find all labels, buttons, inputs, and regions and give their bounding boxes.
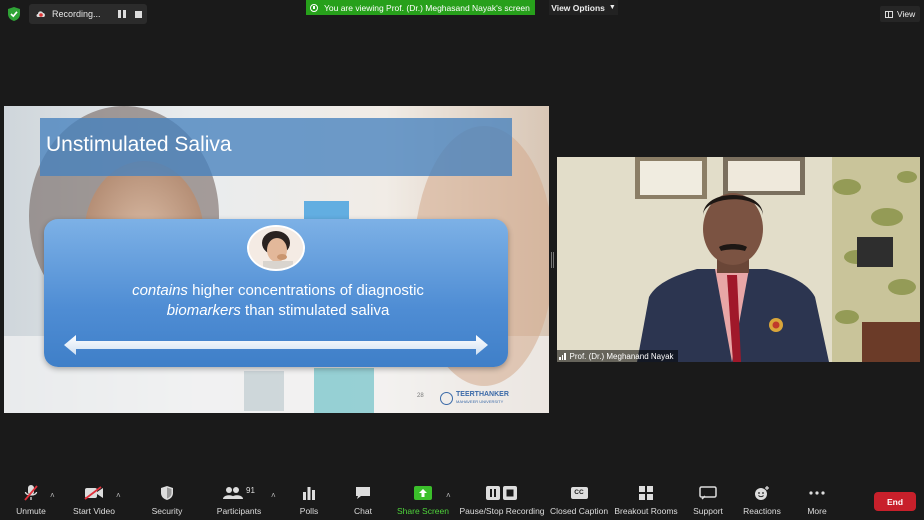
unmute-button[interactable]: Unmute xyxy=(12,480,50,520)
chat-button[interactable]: Chat xyxy=(346,480,380,520)
closed-caption-icon: CC xyxy=(570,487,588,499)
slide-text-rest-2: than stimulated saliva xyxy=(240,302,390,319)
unmute-label: Unmute xyxy=(16,506,46,516)
slide-text-emphasis-1: contains xyxy=(132,282,188,299)
closed-caption-button[interactable]: CC Closed Caption xyxy=(550,480,608,520)
recording-indicator: Recording... xyxy=(29,4,147,24)
share-options-caret-icon[interactable]: ˄ xyxy=(446,491,451,500)
support-screen-icon xyxy=(699,486,717,500)
start-video-label: Start Video xyxy=(73,506,115,516)
breakout-rooms-label: Breakout Rooms xyxy=(614,506,678,516)
breakout-rooms-grid-icon xyxy=(639,486,653,500)
chevron-down-icon: ▼ xyxy=(608,4,616,11)
splitter-handle[interactable] xyxy=(551,252,554,268)
stop-recording-icon[interactable] xyxy=(135,10,142,18)
start-video-button[interactable]: Start Video xyxy=(70,480,118,520)
pause-stop-recording-button[interactable]: Pause/Stop Recording xyxy=(458,480,546,520)
university-logo-subtext: MAHAVEER UNIVERSITY xyxy=(456,399,504,404)
reactions-button[interactable]: Reactions xyxy=(742,480,782,520)
shared-screen-slide: Unstimulated Saliva contains higher conc… xyxy=(4,106,549,413)
reactions-label: Reactions xyxy=(743,506,781,516)
security-shield-icon xyxy=(161,486,173,500)
slide-text-emphasis-2: biomarkers xyxy=(166,302,241,319)
woman-portrait-image xyxy=(247,225,305,271)
slide-title: Unstimulated Saliva xyxy=(46,133,232,156)
viewing-banner-text: You are viewing Prof. (Dr.) Meghasand Na… xyxy=(324,2,530,13)
reactions-emoji-icon xyxy=(755,486,769,500)
view-label: View xyxy=(897,9,916,19)
slide-text-rest-1: higher concentrations of diagnostic xyxy=(187,282,424,299)
slide-number: 28 xyxy=(417,393,424,399)
recording-cloud-icon xyxy=(36,11,45,17)
pause-recording-icon[interactable] xyxy=(118,10,126,18)
speaker-video-feed xyxy=(557,157,920,362)
view-layout-icon xyxy=(885,10,893,18)
share-screen-label: Share Screen xyxy=(397,506,449,516)
slide-text-line-2: biomarkers than stimulated saliva xyxy=(48,302,508,319)
closed-caption-label: Closed Caption xyxy=(549,506,609,516)
participants-button[interactable]: 91 Participants xyxy=(214,480,264,520)
pause-stop-recording-label: Pause/Stop Recording xyxy=(459,506,545,516)
security-label: Security xyxy=(151,506,183,516)
participant-name-label: Prof. (Dr.) Meghanand Nayak xyxy=(557,350,678,362)
signal-bars-icon xyxy=(559,352,567,360)
chat-bubble-icon xyxy=(356,487,370,499)
university-emblem-icon xyxy=(440,391,453,405)
view-button[interactable]: View xyxy=(880,6,920,22)
meeting-controls-toolbar: Unmute ˄ Start Video ˄ Security 91 Parti… xyxy=(0,480,924,520)
share-screen-button[interactable]: Share Screen xyxy=(396,480,450,520)
polls-button[interactable]: Polls xyxy=(292,480,326,520)
more-label: More xyxy=(807,506,827,516)
polls-label: Polls xyxy=(299,506,319,516)
participant-count: 91 xyxy=(246,485,255,495)
double-arrow-icon xyxy=(64,335,488,355)
participants-icon xyxy=(223,487,244,499)
audio-options-caret-icon[interactable]: ˄ xyxy=(50,491,55,500)
video-off-icon xyxy=(84,486,103,500)
share-screen-arrow-icon xyxy=(414,486,432,500)
shield-check-icon[interactable] xyxy=(7,6,21,22)
university-logo-text: TEERTHANKER xyxy=(456,391,509,398)
support-label: Support xyxy=(693,506,723,516)
more-button[interactable]: More xyxy=(800,480,834,520)
meeting-top-bar: Recording... You are viewing Prof. (Dr.)… xyxy=(0,0,924,28)
view-options-button[interactable]: View Options ▼ xyxy=(549,0,618,15)
support-button[interactable]: Support xyxy=(690,480,726,520)
slide-text-line-1: contains higher concentrations of diagno… xyxy=(48,282,508,299)
pause-stop-icon xyxy=(486,486,517,500)
participants-options-caret-icon[interactable]: ˄ xyxy=(271,491,276,500)
screen-share-status-icon xyxy=(310,3,318,12)
university-logo: TEERTHANKER MAHAVEER UNIVERSITY xyxy=(440,389,520,407)
participants-label: Participants xyxy=(216,506,262,516)
microphone-muted-icon xyxy=(24,485,38,501)
view-options-label: View Options xyxy=(551,2,605,13)
participant-name: Prof. (Dr.) Meghanand Nayak xyxy=(569,351,674,361)
recording-label: Recording... xyxy=(52,9,101,19)
end-meeting-button[interactable]: End xyxy=(874,492,916,511)
security-button[interactable]: Security xyxy=(148,480,186,520)
more-dots-icon xyxy=(809,491,825,495)
breakout-rooms-button[interactable]: Breakout Rooms xyxy=(614,480,678,520)
chat-label: Chat xyxy=(354,506,372,516)
video-options-caret-icon[interactable]: ˄ xyxy=(116,491,121,500)
polls-bar-chart-icon xyxy=(303,487,315,500)
participant-video-tile[interactable]: Prof. (Dr.) Meghanand Nayak xyxy=(557,157,920,362)
viewing-screen-banner: You are viewing Prof. (Dr.) Meghasand Na… xyxy=(306,0,535,15)
